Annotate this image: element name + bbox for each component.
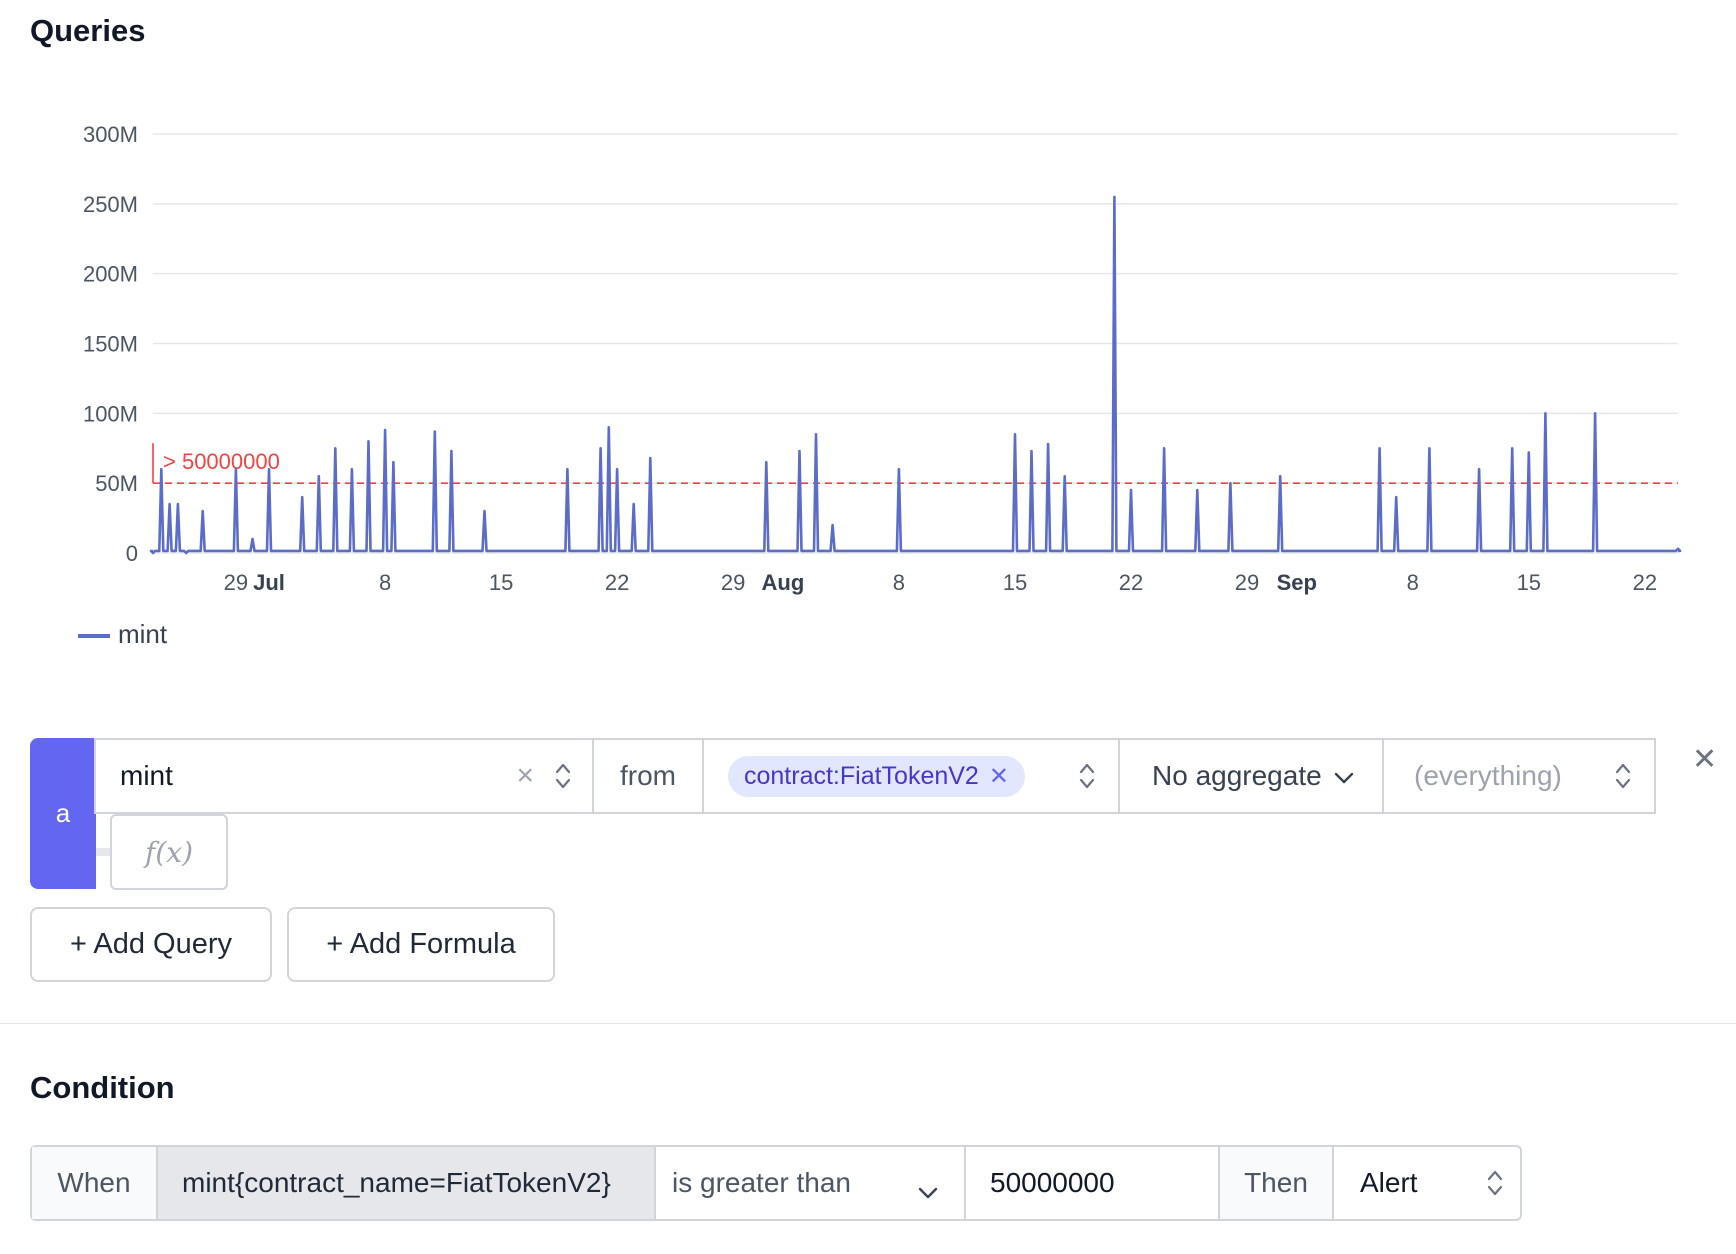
then-label: Then [1220,1147,1334,1219]
chart-threshold: > 50000000 [152,443,1678,484]
y-tick-label: 250M [83,192,138,217]
queries-chart: 300M250M200M150M100M50M0 29 Jul 8 15 22 29 Aug… [78,122,1682,649]
x-tick-label: Aug [762,570,805,595]
y-tick-label: 100M [83,401,138,426]
y-tick-label: 300M [83,122,138,147]
chart-legend[interactable]: mint [78,619,168,649]
add-formula-button[interactable]: + Add Formula [287,907,555,982]
aggregate-value: No aggregate [1152,760,1322,791]
up-down-icon[interactable] [1078,760,1096,792]
clear-metric-icon[interactable]: × [516,759,534,793]
up-down-icon[interactable] [554,760,572,792]
y-tick-label: 150M [83,332,138,357]
x-tick-label: 8 [1407,570,1419,595]
legend-label: mint [118,619,168,649]
x-tick-label: 15 [489,570,513,595]
chart-gridlines [153,133,1678,554]
query-letter[interactable]: a [30,738,96,889]
filter-tag[interactable]: contract:FiatTokenV2 ✕ [728,755,1025,797]
x-tick-label: 15 [1003,570,1027,595]
x-tick-label: Jul [253,570,285,595]
x-tick-label: 22 [1119,570,1143,595]
operator-value: is greater than [672,1167,851,1198]
up-down-icon[interactable] [1486,1167,1504,1199]
threshold-input[interactable]: 50000000 [966,1147,1220,1219]
filter-select[interactable]: contract:FiatTokenV2 ✕ [702,738,1120,814]
formula-button[interactable]: f(x) [110,814,228,890]
condition-row: When mint{contract_name=FiatTokenV2} is … [30,1145,1522,1221]
remove-query-close-icon[interactable]: ✕ [1692,742,1717,777]
add-query-button[interactable]: + Add Query [30,907,272,982]
condition-expression: mint{contract_name=FiatTokenV2} [158,1147,656,1219]
y-tick-label: 200M [83,262,138,287]
metric-select[interactable]: mint × [94,738,594,814]
x-tick-label: 22 [605,570,629,595]
y-tick-label: 50M [95,471,138,496]
metric-value: mint [120,760,173,791]
x-tick-label: 29 [224,570,248,595]
operator-select[interactable]: is greater than [656,1147,966,1219]
remove-tag-icon[interactable]: ✕ [989,762,1009,791]
x-tick-label: 15 [1517,570,1541,595]
series-line-mint [149,195,1682,555]
threshold-label: > 50000000 [163,449,280,474]
action-select[interactable]: Alert [1334,1147,1520,1219]
x-tick-label: 22 [1633,570,1657,595]
action-value: Alert [1360,1167,1418,1198]
up-down-icon[interactable] [1614,760,1632,792]
section-divider [0,1023,1736,1024]
x-tick-label: 8 [893,570,905,595]
from-label: from [592,738,704,814]
group-by-placeholder: (everything) [1414,760,1562,791]
group-by-select[interactable]: (everything) [1382,738,1656,814]
filter-tag-label: contract:FiatTokenV2 [744,761,979,790]
chevron-down-icon [918,1175,938,1207]
chevron-down-icon [1334,760,1354,792]
when-label: When [32,1147,158,1219]
condition-title: Condition [30,1070,175,1105]
chart-y-ticks: 300M 250M 200M 150M 100M 50M 0 [83,122,138,566]
chart-x-ticks: 29 Jul 8 15 22 29 Aug 8 15 22 29 Sep 8 15 22 [224,570,1657,595]
x-tick-label: 29 [1235,570,1259,595]
x-tick-label: 8 [379,570,391,595]
y-tick-label: 0 [126,541,138,566]
query-row-a: a mint × from contract:FiatTokenV2 ✕ No … [30,738,1656,890]
x-tick-label: Sep [1277,570,1317,595]
chart-series [149,195,1682,555]
aggregate-select[interactable]: No aggregate [1118,738,1384,814]
x-tick-label: 29 [721,570,745,595]
